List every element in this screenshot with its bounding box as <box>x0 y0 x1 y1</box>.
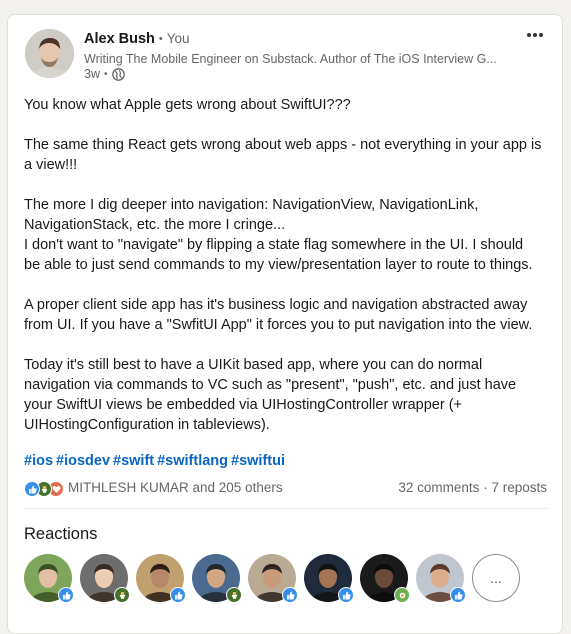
like-reaction-icon <box>58 587 74 603</box>
hashtag-link[interactable]: #iosdev <box>56 453 110 469</box>
reactor-avatar[interactable] <box>24 554 74 604</box>
post-line: I don't want to "navigate" by flipping a… <box>24 237 524 253</box>
post-line: navigation via commands to VC such as "p… <box>24 377 517 393</box>
reaction-icons-stack[interactable] <box>24 481 64 497</box>
author-relation: You <box>166 31 190 46</box>
post-paragraph: The more I dig deeper into navigation: N… <box>24 195 554 275</box>
reactor-avatar[interactable] <box>192 554 242 604</box>
post-paragraph: The same thing React gets wrong about we… <box>24 135 554 175</box>
reactions-title: Reactions <box>24 525 98 543</box>
social-counts-bar: MITHLESH KUMAR and 205 others 32 comment… <box>24 480 547 498</box>
post-meta: 3w • <box>84 67 125 81</box>
reactor-avatar[interactable] <box>136 554 186 604</box>
post-line: UIHostingConfiguration in tableviews). <box>24 417 270 433</box>
post-paragraph: A proper client side app has it's busine… <box>24 295 554 335</box>
separator-dot: · <box>483 480 488 495</box>
comments-count[interactable]: 32 comments <box>398 480 479 495</box>
post-paragraph: Today it's still best to have a UIKit ba… <box>24 355 554 435</box>
post-line: a view!!! <box>24 157 78 173</box>
author-name[interactable]: Alex Bush <box>84 31 155 47</box>
like-reaction-icon <box>450 587 466 603</box>
engagement-counts: 32 comments · 7 reposts <box>398 480 547 495</box>
post-line: A proper client side app has it's busine… <box>24 297 528 313</box>
reactor-avatar[interactable] <box>248 554 298 604</box>
post-line: You know what Apple gets wrong about Swi… <box>24 97 351 113</box>
post-paragraph: You know what Apple gets wrong about Swi… <box>24 95 554 115</box>
avatar-photo-icon <box>25 29 74 78</box>
dot-icon <box>533 33 537 37</box>
post-time: 3w <box>84 67 100 81</box>
post-line: from UI. If you have a "SwfitUI App" it … <box>24 317 533 333</box>
more-reactors-button[interactable]: ... <box>472 554 520 602</box>
like-reaction-icon <box>338 587 354 603</box>
hashtag-link[interactable]: #swiftui <box>231 453 285 469</box>
post-line: The more I dig deeper into navigation: N… <box>24 197 479 213</box>
like-reaction-icon <box>24 481 40 497</box>
reposts-count[interactable]: 7 reposts <box>491 480 547 495</box>
feed-post-card: Alex Bush • You Writing The Mobile Enginee… <box>7 14 563 634</box>
support-reaction-icon <box>394 587 410 603</box>
likers-summary[interactable]: MITHLESH KUMAR and 205 others <box>68 480 283 495</box>
hashtag-list: #ios #iosdev #swift #swiftlang #swiftui <box>24 453 288 469</box>
post-line: your SwiftUI views be embedded via UIHos… <box>24 397 463 413</box>
separator-dot: • <box>103 68 108 80</box>
post-line: NavigationStack, etc. the more I cringe.… <box>24 217 286 233</box>
like-reaction-icon <box>282 587 298 603</box>
celebrate-reaction-icon <box>114 587 130 603</box>
reactor-avatar[interactable] <box>360 554 410 604</box>
author-headline: Writing The Mobile Engineer on Substack.… <box>84 52 497 66</box>
author-avatar[interactable] <box>25 29 74 78</box>
hashtag-link[interactable]: #swiftlang <box>157 453 228 469</box>
post-line: The same thing React gets wrong about we… <box>24 137 542 153</box>
reactor-avatar[interactable] <box>416 554 466 604</box>
hashtag-link[interactable]: #ios <box>24 453 53 469</box>
post-body: You know what Apple gets wrong about Swi… <box>24 95 554 455</box>
separator-dot: • <box>158 33 163 45</box>
hashtag-link[interactable]: #swift <box>113 453 154 469</box>
celebrate-reaction-icon <box>226 587 242 603</box>
author-line: Alex Bush • You <box>84 31 190 47</box>
divider <box>24 508 547 509</box>
dot-icon <box>539 33 543 37</box>
reactor-avatar[interactable] <box>304 554 354 604</box>
globe-icon <box>111 67 125 81</box>
post-line: be able to just send commands to my view… <box>24 257 533 273</box>
like-reaction-icon <box>170 587 186 603</box>
post-line: Today it's still best to have a UIKit ba… <box>24 357 483 373</box>
more-options-button[interactable] <box>524 25 546 45</box>
dot-icon <box>527 33 531 37</box>
reactor-avatar[interactable] <box>80 554 130 604</box>
